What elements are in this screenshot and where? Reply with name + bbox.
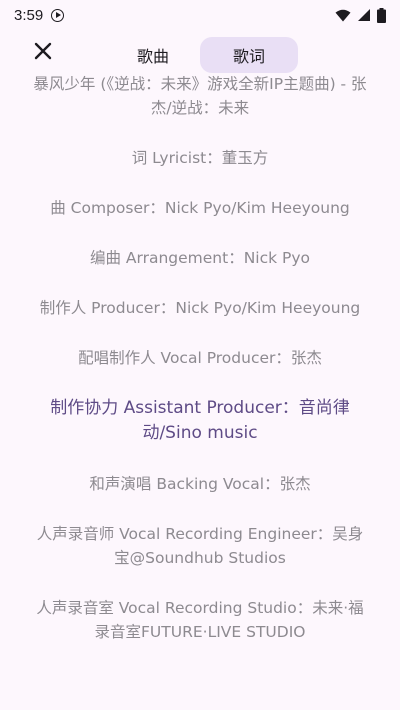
signal-icon <box>357 8 371 22</box>
close-icon[interactable] <box>32 40 54 62</box>
wifi-icon <box>335 9 351 22</box>
lyric-line: 制作人 Producer：Nick Pyo/Kim Heeyoung <box>39 299 361 317</box>
status-icons <box>335 7 386 23</box>
tab-song[interactable]: 歌曲 <box>104 37 202 73</box>
lyric-line: 词 Lyricist：董玉方 <box>131 149 269 167</box>
lyric-line: 曲 Composer：Nick Pyo/Kim Heeyoung <box>50 199 350 217</box>
lyric-line: 编曲 Arrangement：Nick Pyo <box>89 249 311 267</box>
lyric-line: 配唱制作人 Vocal Producer：张杰 <box>78 349 322 367</box>
status-bar: 3:59 <box>0 0 400 30</box>
lyrics-list[interactable]: 暴风少年 (《逆战：未来》游戏全新IP主题曲) - 张杰/逆战：未来 词 Lyr… <box>30 72 370 670</box>
lyrics-screen: 3:59 歌曲 歌词 暴风少年 (《逆战：未来》游戏全新IP主题曲) - 张杰/… <box>0 0 400 710</box>
lyric-line-active: 制作协力 Assistant Producer：音尚律动/Sino music <box>50 398 350 443</box>
tab-lyrics[interactable]: 歌词 <box>200 37 298 73</box>
lyric-line: 和声演唱 Backing Vocal：张杰 <box>89 475 311 493</box>
lyric-line: 人声录音师 Vocal Recording Engineer：吴身宝@Sound… <box>36 525 364 567</box>
lyric-line: 暴风少年 (《逆战：未来》游戏全新IP主题曲) - 张杰/逆战：未来 <box>33 75 367 117</box>
lyric-line: 人声录音室 Vocal Recording Studio：未来·福录音室FUTU… <box>36 599 364 641</box>
status-time: 3:59 <box>14 6 44 24</box>
media-play-icon <box>51 8 65 22</box>
battery-icon <box>377 7 386 23</box>
